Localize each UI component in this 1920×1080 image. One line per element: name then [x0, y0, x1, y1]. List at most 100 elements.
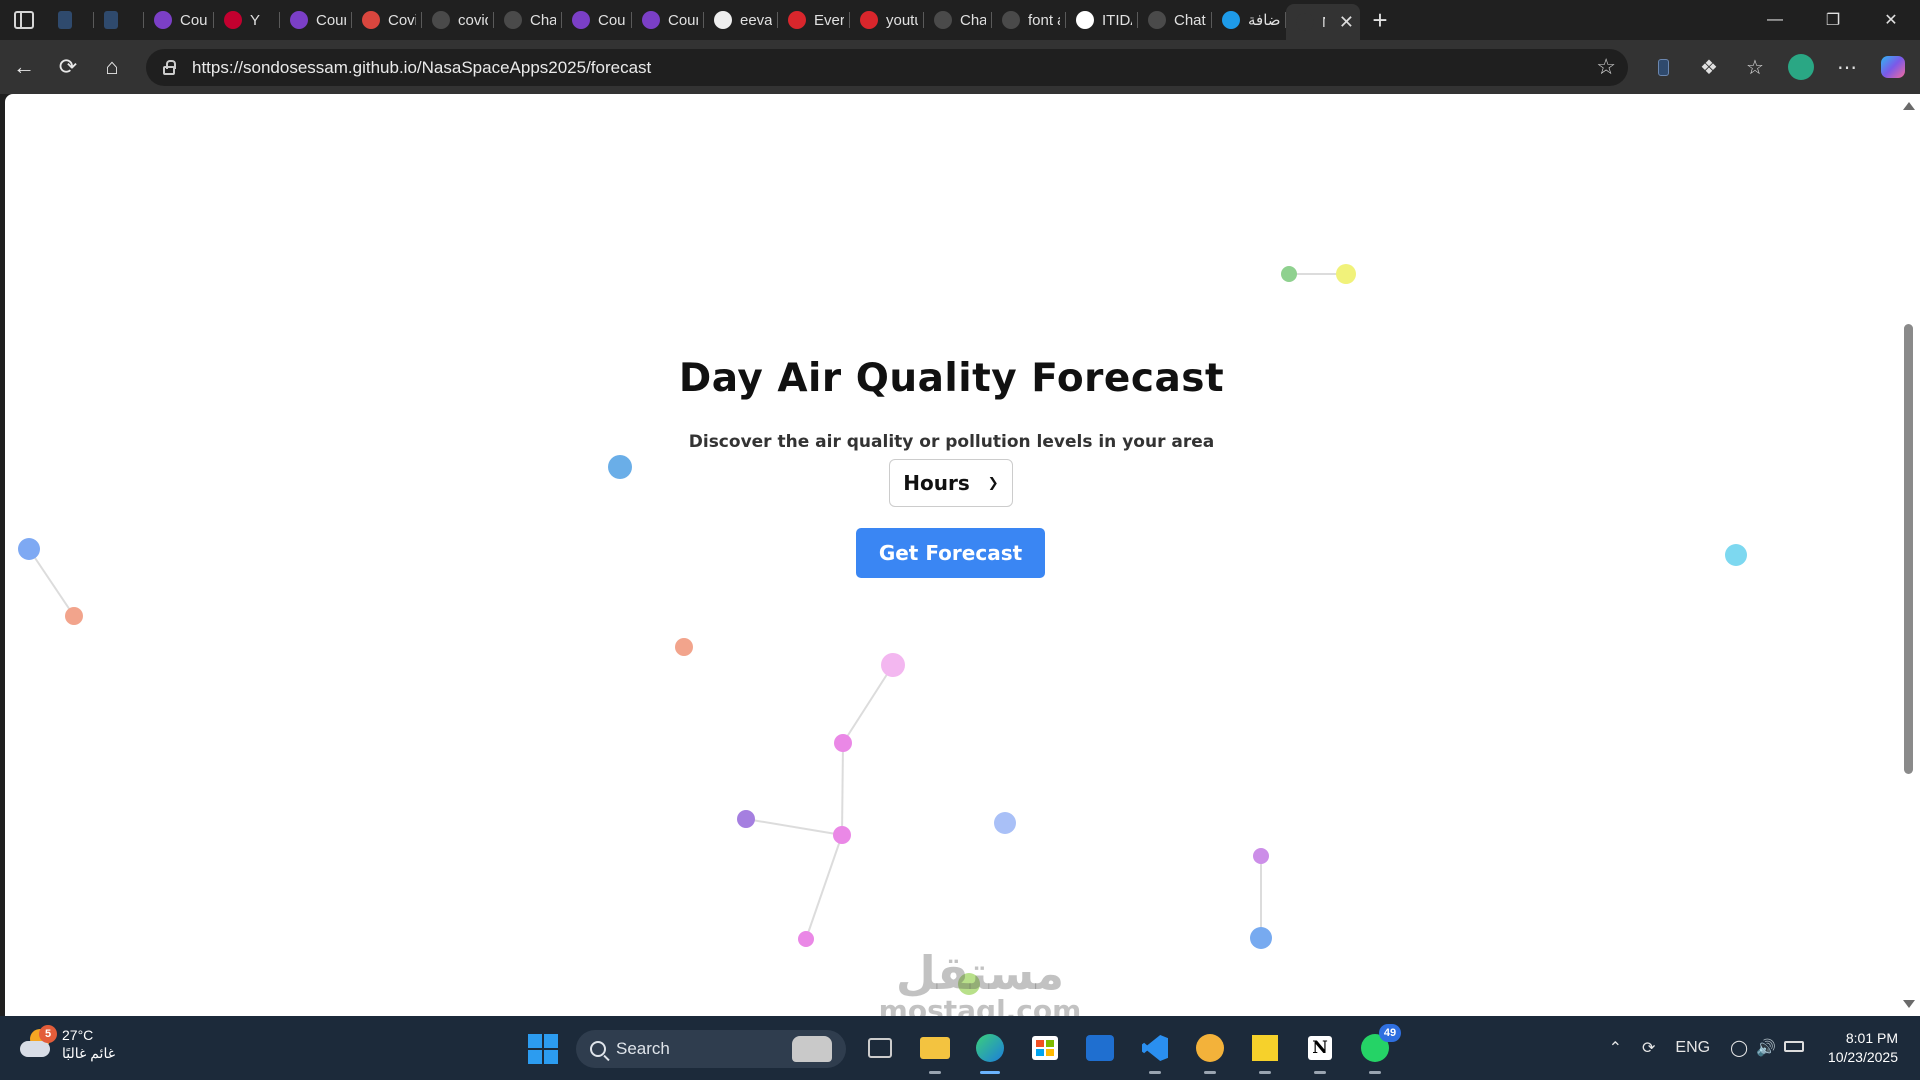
start-button[interactable]	[528, 1034, 558, 1064]
vpn-shield-icon[interactable]	[1192, 1030, 1228, 1074]
weather-description: غائم غالبًا	[62, 1045, 116, 1061]
clock-time: 8:01 PM	[1845, 1030, 1898, 1046]
tab-title: Course	[316, 11, 346, 29]
udemy-icon	[290, 11, 308, 29]
outlook-icon[interactable]	[1082, 1030, 1118, 1066]
browser-tab[interactable]	[94, 4, 144, 36]
weather-widget[interactable]: 5 27°C غائم غالبًا	[20, 1025, 116, 1062]
browser-tab[interactable]: youtub	[850, 4, 924, 36]
scrollbar-thumb[interactable]	[1904, 324, 1913, 774]
browser-tab[interactable]: Course	[562, 4, 632, 36]
page-subtitle: Discover the air quality or pollution le…	[688, 432, 1215, 452]
youtube-icon	[860, 11, 878, 29]
browser-tab[interactable]: N✕	[1286, 4, 1360, 40]
clock-date: 10/23/2025	[1827, 1049, 1898, 1065]
browser-tab[interactable]: ChatG	[494, 4, 562, 36]
chevron-up-icon[interactable]: ⌃	[1599, 1038, 1632, 1058]
sticky-notes-icon[interactable]	[1247, 1030, 1283, 1074]
page-scrollbar[interactable]	[1898, 94, 1920, 1016]
particle-dot	[65, 607, 83, 625]
volume-icon[interactable]: 🔊	[1752, 1038, 1780, 1058]
udemy-icon	[154, 11, 172, 29]
range-select[interactable]: Hours ❯	[889, 459, 1013, 507]
search-icon	[432, 11, 450, 29]
tab-title: N	[1322, 14, 1325, 31]
particle-dot	[994, 812, 1016, 834]
tab-actions-button[interactable]	[0, 0, 48, 40]
particle-link	[745, 818, 843, 836]
browser-tab[interactable]: Y	[214, 4, 280, 36]
udemy-icon	[642, 11, 660, 29]
notion-icon[interactable]: N	[1302, 1030, 1338, 1074]
sync-icon[interactable]: ⟳	[1632, 1038, 1665, 1058]
watermark-arabic: مستقل	[895, 946, 1065, 1000]
vscode-icon[interactable]	[1137, 1030, 1173, 1074]
whatsapp-icon[interactable]: 49	[1357, 1024, 1401, 1074]
favorite-star-icon[interactable]: ☆	[1596, 56, 1616, 78]
browser-tab[interactable]: Course	[632, 4, 704, 36]
document-icon	[58, 11, 72, 29]
particle-dot	[833, 826, 851, 844]
particle-dot	[1725, 544, 1747, 566]
search-icon	[1002, 11, 1020, 29]
site-info-icon[interactable]	[158, 57, 180, 79]
close-tab-icon[interactable]: ✕	[1339, 12, 1354, 33]
get-forecast-button[interactable]: Get Forecast	[856, 528, 1045, 578]
minimize-icon[interactable]: —	[1746, 0, 1804, 40]
covid-icon	[362, 11, 380, 29]
browser-tab[interactable]: Course	[280, 4, 352, 36]
browser-tab[interactable]: covid	[422, 4, 494, 36]
system-tray: ⌃ ⟳ ENG ◯ 🔊 8:01 PM 10/23/2025	[1599, 1016, 1920, 1080]
microsoft-store-icon[interactable]	[1027, 1030, 1063, 1066]
udemy-icon	[572, 11, 590, 29]
profile-avatar[interactable]	[1778, 45, 1824, 89]
browser-tab[interactable]: ChatG	[1138, 4, 1212, 36]
more-menu-icon[interactable]: ⋯	[1824, 45, 1870, 89]
edge-browser-icon[interactable]	[972, 1030, 1008, 1074]
browser-tab[interactable]: ITIDA	[1066, 4, 1138, 36]
copilot-icon[interactable]	[1870, 45, 1916, 89]
wifi-icon[interactable]: ◯	[1720, 1038, 1752, 1058]
new-tab-button[interactable]: +	[1360, 0, 1400, 40]
browser-tab[interactable]: font av	[992, 4, 1066, 36]
home-button[interactable]: ⌂	[90, 45, 134, 89]
tab-title: Y	[250, 11, 261, 29]
browser-tab[interactable]: Course	[144, 4, 214, 36]
address-bar[interactable]: https://sondosessam.github.io/NasaSpaceA…	[146, 49, 1628, 86]
refresh-button[interactable]: ⟳	[46, 45, 90, 89]
task-view-icon[interactable]	[862, 1030, 898, 1066]
browser-tab[interactable]: إضافة	[1212, 4, 1286, 36]
file-explorer-icon[interactable]	[917, 1030, 953, 1074]
chatgpt-icon	[1148, 11, 1166, 29]
tab-title: youtub	[886, 11, 918, 29]
search-highlight-image	[792, 1036, 832, 1062]
language-indicator[interactable]: ENG	[1665, 1039, 1720, 1057]
extension-icon[interactable]	[1640, 45, 1686, 89]
chevron-down-icon: ❯	[987, 475, 999, 491]
restore-icon[interactable]: ❐	[1804, 0, 1862, 40]
url-text[interactable]: https://sondosessam.github.io/NasaSpaceA…	[192, 58, 651, 78]
tab-title: font av	[1028, 11, 1060, 29]
browser-tab[interactable]: Every	[778, 4, 850, 36]
tab-list: Course Y Course Covid covid ChatG Course Course…	[48, 0, 1360, 40]
back-button[interactable]: ←	[2, 45, 46, 89]
close-icon[interactable]: ✕	[1862, 0, 1920, 40]
extension-ring-icon	[1222, 11, 1240, 29]
browser-tab[interactable]: eevan	[704, 4, 778, 36]
tab-title: Course	[180, 11, 208, 29]
browser-tab[interactable]: Covid	[352, 4, 422, 36]
tab-title: ITIDA	[1102, 11, 1132, 29]
battery-icon[interactable]	[1780, 1039, 1814, 1057]
extensions-puzzle-icon[interactable]: ❖	[1686, 45, 1732, 89]
favorites-icon[interactable]: ☆	[1732, 45, 1778, 89]
particle-dot	[18, 538, 40, 560]
scroll-down-icon[interactable]	[1903, 1000, 1915, 1008]
extensions-area: ❖ ☆ ⋯	[1640, 40, 1916, 94]
scroll-up-icon[interactable]	[1903, 102, 1915, 110]
document-icon	[104, 11, 118, 29]
clock[interactable]: 8:01 PM 10/23/2025	[1814, 1029, 1920, 1067]
youtube-icon	[788, 11, 806, 29]
browser-tab[interactable]	[48, 4, 94, 36]
taskbar-search[interactable]: Search	[576, 1030, 846, 1068]
browser-tab[interactable]: ChatG	[924, 4, 992, 36]
